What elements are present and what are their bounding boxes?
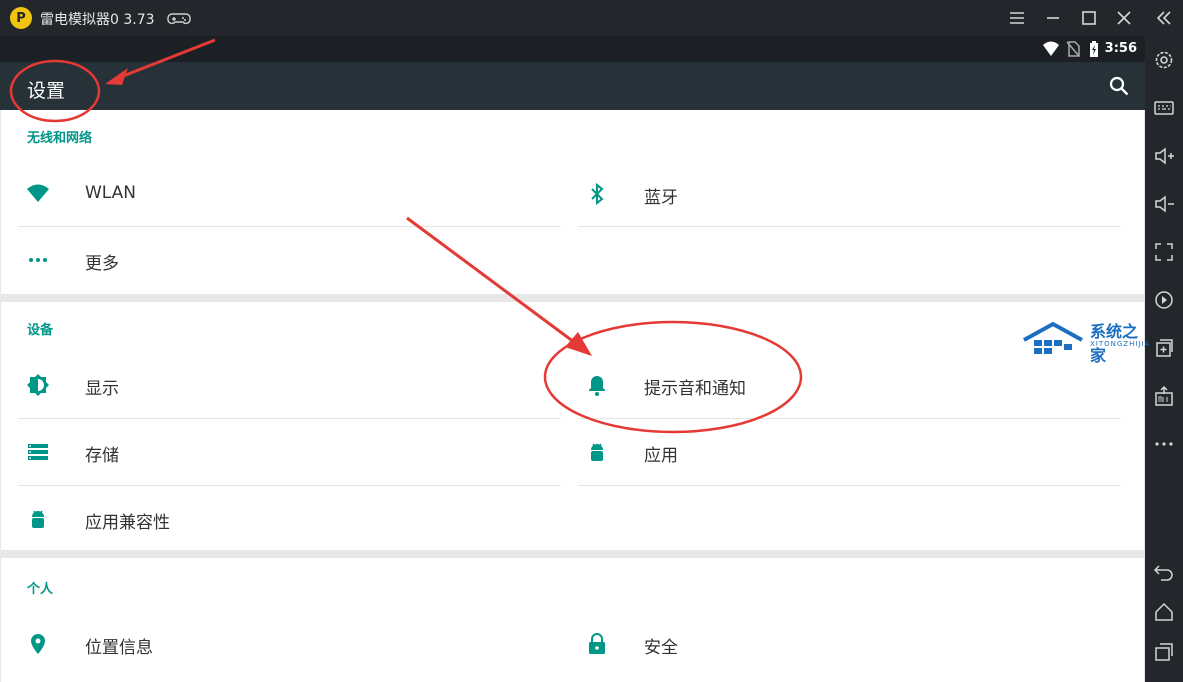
setting-item-bluetooth[interactable]: 蓝牙 bbox=[577, 161, 1120, 227]
recent-apps-icon[interactable] bbox=[1152, 640, 1176, 664]
setting-label-app-compat: 应用兼容性 bbox=[85, 513, 170, 533]
menu-icon[interactable] bbox=[1005, 6, 1029, 30]
page-title: 设置 bbox=[27, 80, 66, 102]
right-toolbar bbox=[1145, 0, 1183, 682]
no-sim-icon bbox=[1066, 41, 1080, 57]
back-icon[interactable] bbox=[1152, 560, 1176, 584]
watermark-logo: 系统之家 XITONGZHIJIA bbox=[1022, 318, 1149, 365]
divider bbox=[578, 485, 1121, 486]
gamepad-icon[interactable] bbox=[167, 8, 191, 28]
app-logo-icon: P bbox=[10, 7, 32, 29]
setting-label-apps: 应用 bbox=[644, 446, 678, 466]
setting-item-location[interactable]: 位置信息 bbox=[18, 611, 561, 677]
volume-down-icon[interactable] bbox=[1152, 192, 1176, 216]
watermark-subtext: XITONGZHIJIA bbox=[1090, 340, 1151, 348]
more-options-icon[interactable] bbox=[1152, 432, 1176, 456]
keyboard-icon[interactable] bbox=[1152, 96, 1176, 120]
setting-label-location: 位置信息 bbox=[85, 638, 153, 658]
lock-icon bbox=[589, 633, 605, 654]
brightness-icon bbox=[27, 374, 49, 396]
battery-charging-icon bbox=[1090, 41, 1098, 57]
section-title-personal: 个人 bbox=[27, 582, 54, 597]
status-time: 3:56 bbox=[1104, 41, 1137, 56]
close-icon[interactable] bbox=[1112, 6, 1136, 30]
setting-item-storage[interactable]: 存储 bbox=[18, 419, 561, 485]
storage-icon bbox=[28, 444, 48, 460]
settings-content: 无线和网络 WLAN 蓝牙 更多 设备 显示 提示音和通知 存储 应用 应用兼容… bbox=[0, 110, 1145, 682]
setting-item-apps[interactable]: 应用 bbox=[577, 419, 1120, 485]
minimize-icon[interactable] bbox=[1041, 6, 1065, 30]
record-icon[interactable] bbox=[1152, 288, 1176, 312]
home-icon[interactable] bbox=[1152, 600, 1176, 624]
wifi-status-icon bbox=[1043, 41, 1059, 56]
bluetooth-icon bbox=[591, 182, 604, 206]
window-title: 雷电模拟器0 3.73 bbox=[40, 12, 155, 28]
wireless-section: 无线和网络 WLAN 蓝牙 更多 bbox=[1, 110, 1144, 294]
watermark-house-icon bbox=[1023, 321, 1083, 354]
setting-label-storage: 存储 bbox=[85, 446, 119, 466]
personal-section: 个人 位置信息 安全 bbox=[1, 558, 1144, 682]
window-title-bar: P 雷电模拟器0 3.73 bbox=[0, 0, 1145, 36]
wifi-icon bbox=[27, 184, 49, 202]
setting-item-app-compat[interactable]: 应用兼容性 bbox=[18, 486, 561, 552]
maximize-icon[interactable] bbox=[1077, 6, 1101, 30]
android-status-bar: 3:56 bbox=[0, 36, 1145, 62]
setting-label-sound-notification: 提示音和通知 bbox=[644, 379, 746, 399]
more-dots-icon bbox=[29, 258, 47, 262]
setting-label-bluetooth: 蓝牙 bbox=[644, 188, 678, 208]
fullscreen-icon[interactable] bbox=[1152, 240, 1176, 264]
device-section: 设备 显示 提示音和通知 存储 应用 应用兼容性 bbox=[1, 302, 1144, 550]
android-icon bbox=[591, 443, 603, 461]
setting-label-security: 安全 bbox=[644, 638, 678, 658]
section-title-device: 设备 bbox=[27, 323, 54, 338]
setting-label-display: 显示 bbox=[85, 379, 119, 399]
settings-gear-icon[interactable] bbox=[1152, 48, 1176, 72]
volume-up-icon[interactable] bbox=[1152, 144, 1176, 168]
search-icon[interactable] bbox=[1107, 74, 1131, 98]
android-icon bbox=[32, 510, 44, 528]
add-window-icon[interactable] bbox=[1152, 336, 1176, 360]
setting-label-wlan: WLAN bbox=[85, 183, 137, 203]
section-title-wireless: 无线和网络 bbox=[27, 131, 93, 146]
setting-item-more[interactable]: 更多 bbox=[18, 227, 561, 293]
location-pin-icon bbox=[31, 634, 45, 654]
setting-label-more: 更多 bbox=[85, 254, 119, 274]
divider bbox=[578, 226, 1121, 227]
settings-action-bar: 设置 bbox=[0, 62, 1145, 110]
bell-icon bbox=[589, 376, 605, 396]
setting-item-security[interactable]: 安全 bbox=[577, 611, 1120, 677]
collapse-toolbar-icon[interactable] bbox=[1152, 6, 1176, 30]
install-apk-icon[interactable] bbox=[1152, 384, 1176, 408]
setting-item-display[interactable]: 显示 bbox=[18, 352, 561, 418]
setting-item-wlan[interactable]: WLAN bbox=[18, 161, 561, 227]
